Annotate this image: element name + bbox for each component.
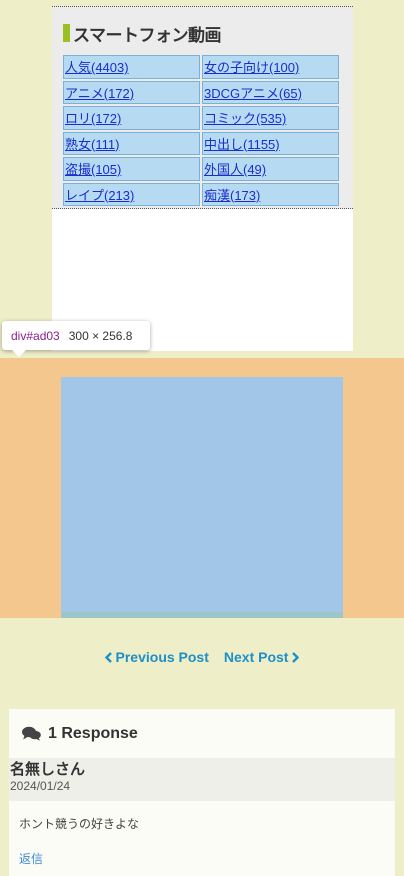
category-cell: コミック(535)	[202, 106, 339, 130]
table-row: 人気(4403) 女の子向け(100)	[63, 55, 339, 79]
video-category-widget: スマートフォン動画 人気(4403) 女の子向け(100) アニメ(172) 3…	[52, 6, 353, 351]
table-row: 熟女(111) 中出し(1155)	[63, 131, 339, 155]
category-cell: 盗撮(105)	[63, 157, 200, 181]
category-link[interactable]: 外国人(49)	[204, 162, 266, 177]
comments-count: 1 Response	[48, 724, 138, 742]
chevron-left-icon	[104, 651, 112, 663]
comment-author: 名無しさん	[10, 761, 86, 778]
chevron-right-icon	[292, 651, 300, 663]
tooltip-dimensions: 300 × 256.8	[68, 328, 133, 343]
category-link[interactable]: 女の子向け(100)	[204, 60, 299, 75]
table-row: ロリ(172) コミック(535)	[63, 106, 339, 130]
category-cell: 女の子向け(100)	[202, 55, 339, 79]
previous-post-label: Previous Post	[115, 649, 209, 665]
category-link[interactable]: レイプ(213)	[65, 188, 134, 203]
title-accent-bar	[63, 24, 70, 42]
table-row: 盗撮(105) 外国人(49)	[63, 157, 339, 181]
widget-title: スマートフォン動画	[63, 21, 341, 46]
previous-post-link[interactable]: Previous Post	[104, 649, 209, 665]
category-cell: 中出し(1155)	[202, 131, 339, 155]
ad-slot[interactable]	[61, 377, 343, 618]
category-link[interactable]: 3DCGアニメ(65)	[204, 86, 302, 101]
widget-title-text: スマートフォン動画	[73, 25, 222, 46]
widget-box: スマートフォン動画 人気(4403) 女の子向け(100) アニメ(172) 3…	[52, 6, 353, 209]
table-row: レイプ(213) 痴漢(173)	[63, 182, 339, 206]
category-table: 人気(4403) 女の子向け(100) アニメ(172) 3DCGアニメ(65)…	[61, 53, 341, 208]
category-link[interactable]: 熟女(111)	[65, 137, 119, 152]
category-link[interactable]: 中出し(1155)	[204, 137, 280, 152]
comments-section: 1 Response 名無しさん 2024/01/24 ホント競うの好きよな 返…	[9, 709, 395, 876]
next-post-label: Next Post	[223, 649, 289, 665]
category-link[interactable]: 人気(4403)	[65, 60, 129, 75]
comments-icon	[22, 726, 41, 741]
table-row: アニメ(172) 3DCGアニメ(65)	[63, 80, 339, 104]
category-cell: レイプ(213)	[63, 182, 200, 206]
category-cell: 人気(4403)	[63, 55, 200, 79]
next-post-link[interactable]: Next Post	[224, 649, 301, 665]
devtools-inspect-tooltip: div#ad03 300 × 256.8	[2, 321, 150, 357]
comment-meta: 名無しさん 2024/01/24	[9, 758, 395, 801]
category-cell: 熟女(111)	[63, 131, 200, 155]
ad-padding-overlay	[61, 612, 343, 618]
comment-date: 2024/01/24	[10, 779, 71, 793]
comments-header: 1 Response	[9, 709, 395, 758]
category-link[interactable]: アニメ(172)	[65, 86, 134, 101]
category-cell: ロリ(172)	[63, 106, 200, 130]
reply-link[interactable]: 返信	[19, 850, 43, 867]
category-cell: 外国人(49)	[202, 157, 339, 181]
category-link[interactable]: ロリ(172)	[65, 111, 121, 126]
category-cell: アニメ(172)	[63, 80, 200, 104]
comment-body: ホント競うの好きよな 返信	[9, 801, 395, 867]
category-link[interactable]: 痴漢(173)	[204, 188, 260, 203]
category-cell: 3DCGアニメ(65)	[202, 80, 339, 104]
post-navigation: Previous Post Next Post	[0, 649, 404, 665]
category-cell: 痴漢(173)	[202, 182, 339, 206]
comment-text: ホント競うの好きよな	[19, 817, 140, 831]
category-link[interactable]: コミック(535)	[204, 111, 286, 126]
category-link[interactable]: 盗撮(105)	[65, 162, 121, 177]
tooltip-selector: div#ad03	[11, 328, 60, 343]
